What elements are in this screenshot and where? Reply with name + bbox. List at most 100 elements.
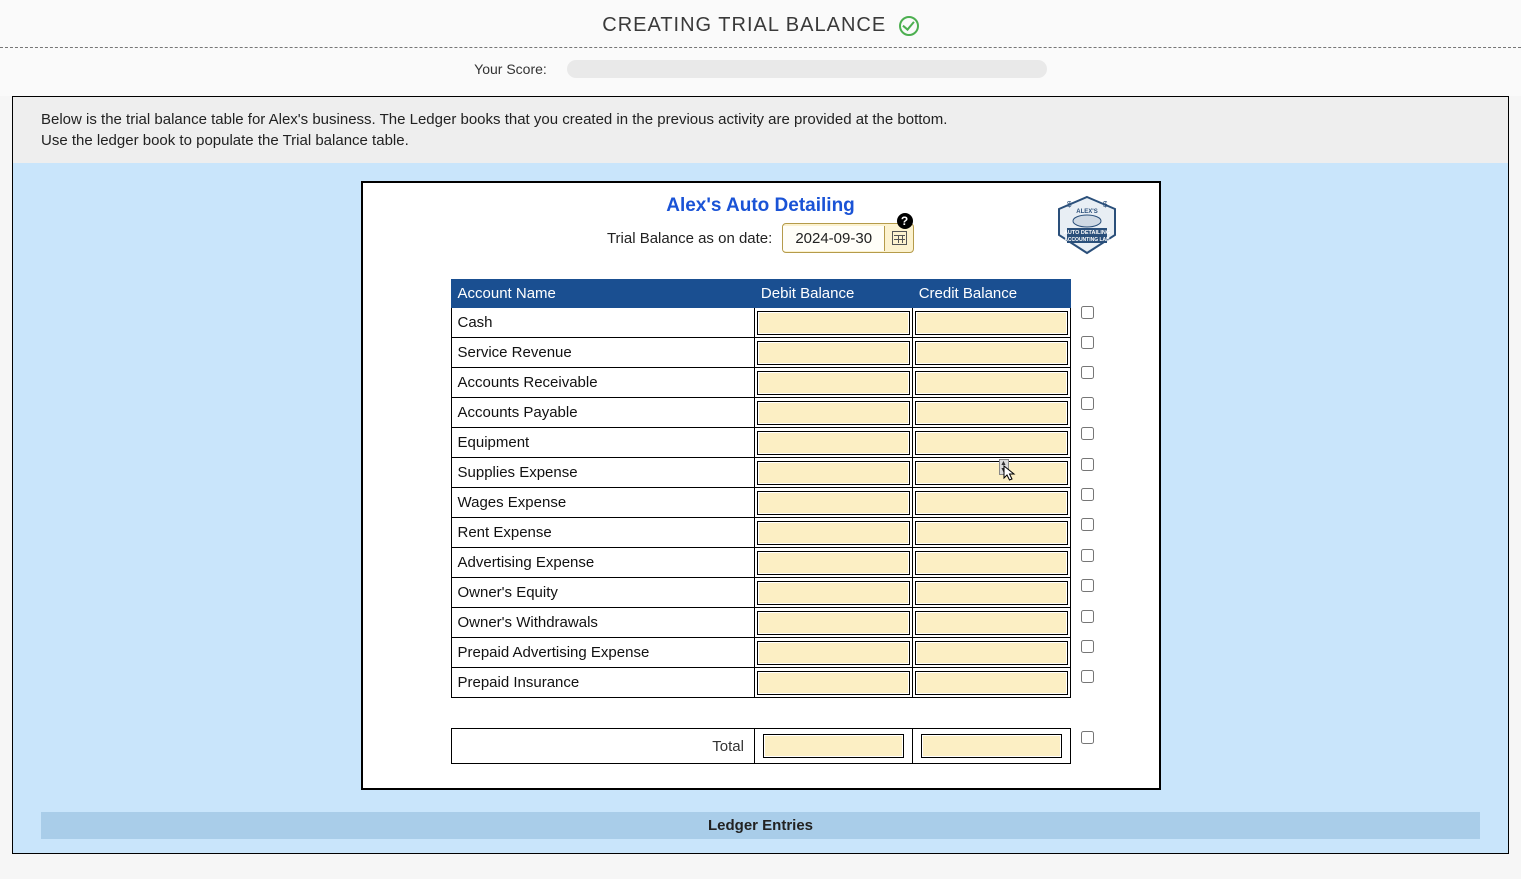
col-header-account: Account Name: [451, 280, 754, 308]
credit-input[interactable]: [915, 641, 1068, 665]
credit-input[interactable]: [915, 311, 1068, 335]
table-row: Owner's Equity: [451, 578, 1070, 608]
account-name-cell: Prepaid Insurance: [451, 668, 754, 698]
credit-input[interactable]: [915, 461, 1068, 485]
help-icon[interactable]: ?: [897, 213, 913, 229]
debit-input[interactable]: [757, 671, 910, 695]
table-row: Accounts Payable: [451, 398, 1070, 428]
instruction-line-1: Below is the trial balance table for Ale…: [41, 111, 1480, 128]
table-row: Rent Expense: [451, 518, 1070, 548]
account-name-cell: Owner's Withdrawals: [451, 608, 754, 638]
trial-balance-date-label: Trial Balance as on date:: [607, 230, 772, 247]
company-title: Alex's Auto Detailing: [373, 195, 1149, 217]
account-name-cell: Rent Expense: [451, 518, 754, 548]
account-name-cell: Wages Expense: [451, 488, 754, 518]
table-row: Equipment: [451, 428, 1070, 458]
ledger-entries-header[interactable]: Ledger Entries: [41, 812, 1480, 839]
debit-input[interactable]: [757, 641, 910, 665]
table-row: Accounts Receivable: [451, 368, 1070, 398]
table-row: Prepaid Advertising Expense: [451, 638, 1070, 668]
debit-input[interactable]: [757, 461, 910, 485]
instruction-line-2: Use the ledger book to populate the Tria…: [41, 132, 1480, 149]
credit-input[interactable]: [915, 431, 1068, 455]
number-spinner[interactable]: ▲▼: [999, 459, 1009, 475]
row-checkbox[interactable]: [1081, 610, 1094, 623]
check-circle-icon: [899, 16, 919, 36]
debit-input[interactable]: [757, 401, 910, 425]
row-checkbox[interactable]: [1081, 397, 1094, 410]
row-checkbox[interactable]: [1081, 427, 1094, 440]
credit-input[interactable]: [915, 341, 1068, 365]
total-label: Total: [451, 729, 754, 764]
row-checkbox[interactable]: [1081, 366, 1094, 379]
debit-input[interactable]: [757, 431, 910, 455]
debit-input[interactable]: [757, 311, 910, 335]
credit-input[interactable]: [915, 491, 1068, 515]
trial-balance-sheet: Alex's Auto Detailing Trial Balance as o…: [361, 181, 1161, 790]
score-progress-bar: [567, 60, 1047, 78]
debit-input[interactable]: [757, 551, 910, 575]
total-debit-input[interactable]: [763, 734, 904, 758]
trial-balance-date-picker[interactable]: 2024-09-30: [782, 223, 914, 253]
row-checkbox[interactable]: [1081, 518, 1094, 531]
credit-input[interactable]: [915, 551, 1068, 575]
page-title: CREATING TRIAL BALANCE: [602, 14, 886, 36]
account-name-cell: Prepaid Advertising Expense: [451, 638, 754, 668]
svg-text:ALEX'S: ALEX'S: [1076, 209, 1097, 215]
credit-input[interactable]: [915, 581, 1068, 605]
credit-input[interactable]: [915, 611, 1068, 635]
account-name-cell: Cash: [451, 308, 754, 338]
table-row: Advertising Expense: [451, 548, 1070, 578]
instructions-panel: Below is the trial balance table for Ale…: [13, 97, 1508, 163]
row-checkbox[interactable]: [1081, 306, 1094, 319]
date-value: 2024-09-30: [783, 226, 885, 251]
row-checkbox[interactable]: [1081, 549, 1094, 562]
totals-table: Total: [451, 728, 1071, 764]
credit-input[interactable]: [915, 521, 1068, 545]
svg-text:AUTO DETAILING: AUTO DETAILING: [1063, 230, 1109, 236]
row-checkbox[interactable]: [1081, 640, 1094, 653]
account-name-cell: Supplies Expense: [451, 458, 754, 488]
row-checkbox[interactable]: [1081, 579, 1094, 592]
table-row: Owner's Withdrawals: [451, 608, 1070, 638]
account-name-cell: Accounts Receivable: [451, 368, 754, 398]
total-credit-input[interactable]: [921, 734, 1062, 758]
calendar-icon: [892, 231, 907, 245]
totals-row-wrapper: Total: [451, 710, 1098, 764]
trial-balance-table: Account Name Debit Balance Credit Balanc…: [451, 279, 1071, 698]
table-row: Prepaid Insurance: [451, 668, 1070, 698]
debit-input[interactable]: [757, 521, 910, 545]
row-checkbox[interactable]: [1081, 458, 1094, 471]
table-row: Service Revenue: [451, 338, 1070, 368]
debit-input[interactable]: [757, 341, 910, 365]
table-row: Supplies Expense: [451, 458, 1070, 488]
total-row-checkbox[interactable]: [1081, 731, 1094, 744]
credit-input[interactable]: [915, 401, 1068, 425]
table-row: Cash: [451, 308, 1070, 338]
row-checkbox[interactable]: [1081, 488, 1094, 501]
account-name-cell: Advertising Expense: [451, 548, 754, 578]
debit-input[interactable]: [757, 371, 910, 395]
col-header-debit: Debit Balance: [754, 280, 912, 308]
debit-input[interactable]: [757, 611, 910, 635]
col-header-credit: Credit Balance: [912, 280, 1070, 308]
svg-text:$: $: [1103, 200, 1108, 209]
debit-input[interactable]: [757, 581, 910, 605]
company-logo: ALEX'S AUTO DETAILING ACCOUNTING LAB $ $: [1051, 195, 1123, 257]
credit-input[interactable]: [915, 371, 1068, 395]
trial-balance-table-wrapper: Account Name Debit Balance Credit Balanc…: [451, 267, 1098, 698]
row-checkbox[interactable]: [1081, 336, 1094, 349]
account-name-cell: Owner's Equity: [451, 578, 754, 608]
score-label: Your Score:: [474, 61, 547, 77]
calendar-icon-button[interactable]: [885, 231, 913, 245]
debit-input[interactable]: [757, 491, 910, 515]
account-name-cell: Service Revenue: [451, 338, 754, 368]
account-name-cell: Accounts Payable: [451, 398, 754, 428]
activity-frame: Below is the trial balance table for Ale…: [12, 96, 1509, 854]
table-row: Wages Expense: [451, 488, 1070, 518]
credit-input[interactable]: [915, 671, 1068, 695]
svg-text:$: $: [1067, 200, 1072, 209]
row-checkbox[interactable]: [1081, 670, 1094, 683]
account-name-cell: Equipment: [451, 428, 754, 458]
svg-text:ACCOUNTING LAB: ACCOUNTING LAB: [1064, 237, 1110, 243]
